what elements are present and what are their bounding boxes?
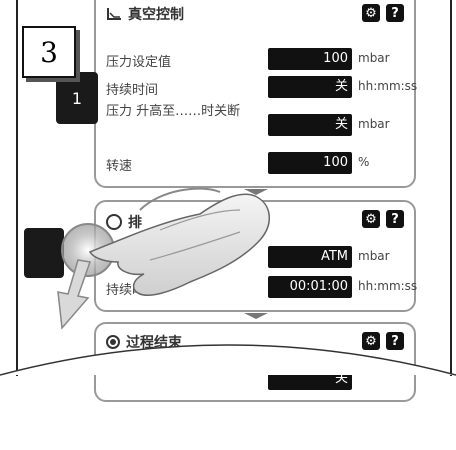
pressure-setpoint-row: 压力设定值 100 mbar — [106, 48, 408, 70]
step-tab[interactable]: 1 — [56, 72, 98, 124]
pressure-setpoint-label: 压力设定值 — [106, 55, 172, 70]
vent-pressure-unit: mbar — [358, 249, 390, 263]
gear-icon[interactable]: ⚙ — [362, 4, 380, 22]
speed-unit: % — [358, 155, 370, 169]
pressure-rise-unit: mbar — [358, 117, 390, 131]
help-icon[interactable]: ? — [386, 4, 404, 22]
duration-label: 持续时间 — [106, 83, 159, 98]
swipe-arrow-icon — [57, 259, 92, 330]
vacuum-curve-icon — [107, 8, 121, 20]
pressure-rise-shutoff-value-row: 关 mbar — [106, 114, 408, 136]
pressure-unit: mbar — [358, 51, 390, 65]
duration-row: 持续时间 关 hh:mm:ss — [106, 76, 417, 98]
pressure-setpoint-value[interactable]: 100 — [268, 48, 352, 70]
vent-duration-unit: hh:mm:ss — [358, 279, 418, 293]
pressure-rise-shutoff-value[interactable]: 关 — [268, 114, 352, 136]
duration-value[interactable]: 关 — [268, 76, 352, 98]
help-icon[interactable]: ? — [386, 210, 404, 228]
gear-icon[interactable]: ⚙ — [362, 210, 380, 228]
vacuum-control-panel: 真空控制 ⚙ ? 压力设定值 100 mbar 持续时间 关 hh:mm:ss … — [94, 0, 417, 188]
duration-unit: hh:mm:ss — [358, 79, 418, 93]
bubble-curve — [0, 344, 456, 376]
vacuum-control-title: 真空控制 — [106, 4, 184, 24]
step-number-badge: 3 — [22, 26, 76, 78]
